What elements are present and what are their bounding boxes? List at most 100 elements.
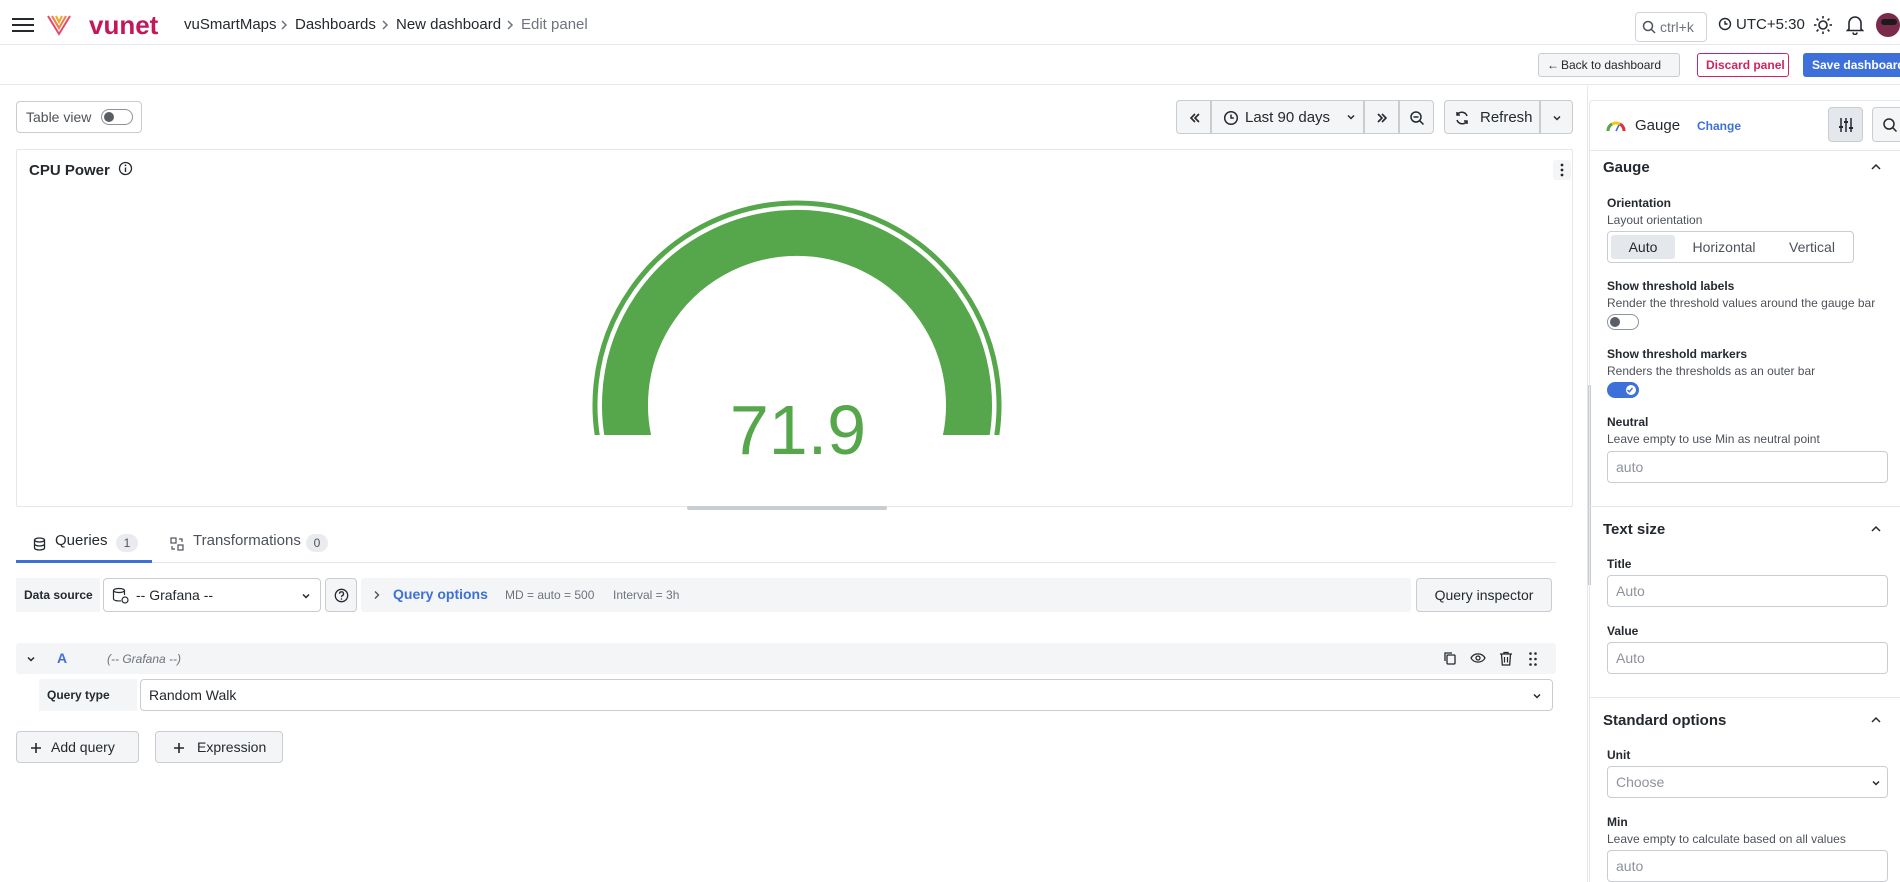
time-shift-back-button[interactable] xyxy=(1176,100,1211,134)
brand-name[interactable]: vunet xyxy=(89,10,158,41)
vunet-logo-icon[interactable] xyxy=(46,12,72,38)
data-source-label: Data source xyxy=(16,578,100,612)
threshold-labels-description: Render the threshold values around the g… xyxy=(1607,296,1876,310)
data-source-select[interactable]: -- Grafana -- xyxy=(103,578,321,612)
breadcrumb-dashboards[interactable]: Dashboards xyxy=(295,16,376,33)
zoom-out-button[interactable] xyxy=(1399,100,1434,134)
eye-icon[interactable] xyxy=(1470,652,1486,664)
table-view-toggle[interactable] xyxy=(101,109,133,125)
transformations-count-badge: 0 xyxy=(306,534,328,552)
discard-panel-button[interactable]: Discard panel xyxy=(1697,53,1789,77)
chevron-right-icon xyxy=(505,19,515,31)
back-to-dashboard-button[interactable]: ← Back to dashboard xyxy=(1538,53,1680,77)
text-size-section-title[interactable]: Text size xyxy=(1603,521,1665,538)
add-expression-button[interactable]: Expression xyxy=(155,731,283,763)
orientation-vertical[interactable]: Vertical xyxy=(1774,235,1850,259)
active-tab-indicator xyxy=(16,560,152,563)
zoom-out-icon xyxy=(1409,110,1425,126)
options-divider xyxy=(1590,506,1900,507)
query-options-interval: Interval = 3h xyxy=(613,588,680,602)
neutral-label: Neutral xyxy=(1607,415,1649,429)
panel-resize-handle[interactable] xyxy=(687,506,887,510)
unit-label: Unit xyxy=(1607,748,1631,762)
chevron-right-icon xyxy=(279,19,289,31)
value-size-input[interactable]: Auto xyxy=(1607,642,1888,674)
expression-label: Expression xyxy=(197,739,267,755)
unit-placeholder: Choose xyxy=(1616,774,1665,790)
tab-queries[interactable]: Queries xyxy=(55,532,108,549)
drag-handle-icon[interactable] xyxy=(1528,651,1538,667)
chevron-up-icon[interactable] xyxy=(1870,715,1882,725)
panel-menu-icon[interactable] xyxy=(1553,160,1571,180)
timezone-label[interactable]: UTC+5:30 xyxy=(1736,16,1805,33)
check-icon xyxy=(1626,386,1634,394)
action-bar: ← Back to dashboard Discard panel Save d… xyxy=(0,45,1900,85)
neutral-description: Leave empty to use Min as neutral point xyxy=(1607,432,1820,446)
gauge-section-title[interactable]: Gauge xyxy=(1603,159,1650,176)
query-type-value: Random Walk xyxy=(149,687,237,703)
breadcrumb-new-dashboard[interactable]: New dashboard xyxy=(396,16,501,33)
clock-icon xyxy=(1223,110,1239,126)
save-dashboard-button[interactable]: Save dashboard xyxy=(1803,53,1900,77)
query-type-select[interactable]: Random Walk xyxy=(140,679,1553,711)
search-input[interactable]: ctrl+k xyxy=(1635,12,1707,42)
threshold-markers-toggle[interactable] xyxy=(1607,382,1639,398)
bell-icon[interactable] xyxy=(1846,15,1864,35)
options-mode-button[interactable] xyxy=(1828,107,1863,142)
min-input[interactable]: auto xyxy=(1607,850,1888,882)
title-size-label: Title xyxy=(1607,557,1632,571)
query-inspector-button[interactable]: Query inspector xyxy=(1416,578,1552,612)
duplicate-icon[interactable] xyxy=(1443,651,1457,666)
chevron-down-icon xyxy=(1871,778,1881,788)
query-options-bar[interactable]: Query options MD = auto = 500 Interval =… xyxy=(361,578,1411,612)
title-size-input[interactable]: Auto xyxy=(1607,575,1888,607)
chevron-down-icon xyxy=(1552,113,1562,123)
query-ref-datasource: (-- Grafana --) xyxy=(107,652,182,666)
add-query-label: Add query xyxy=(51,739,115,755)
refresh-label: Refresh xyxy=(1480,109,1533,126)
sun-icon[interactable] xyxy=(1813,15,1833,35)
data-source-help-button[interactable] xyxy=(325,578,357,612)
question-icon xyxy=(334,588,349,603)
search-shortcut: ctrl+k xyxy=(1660,19,1694,35)
unit-select[interactable]: Choose xyxy=(1607,766,1888,798)
time-shift-forward-button[interactable] xyxy=(1364,100,1399,134)
add-query-button[interactable]: Add query xyxy=(16,731,139,763)
refresh-button[interactable]: Refresh xyxy=(1444,100,1540,134)
time-range-picker[interactable]: Last 90 days xyxy=(1211,100,1364,134)
refresh-icon xyxy=(1454,110,1470,126)
orientation-label: Orientation xyxy=(1607,196,1672,210)
menu-icon[interactable] xyxy=(12,16,34,34)
info-icon[interactable] xyxy=(118,161,133,176)
double-chevron-left-icon xyxy=(1188,111,1202,125)
options-search-button[interactable] xyxy=(1872,107,1900,142)
plus-icon xyxy=(173,742,185,754)
change-viz-link[interactable]: Change xyxy=(1697,119,1741,133)
panel-preview: CPU Power 71.9 xyxy=(16,149,1573,510)
orientation-auto[interactable]: Auto xyxy=(1611,235,1675,259)
min-label: Min xyxy=(1607,815,1628,829)
threshold-labels-toggle[interactable] xyxy=(1607,314,1639,330)
query-ref-id[interactable]: A xyxy=(57,650,67,666)
breadcrumb-vusmartmaps[interactable]: vuSmartMaps xyxy=(184,16,277,33)
query-row-header[interactable]: A (-- Grafana --) xyxy=(16,643,1556,674)
standard-options-section-title[interactable]: Standard options xyxy=(1603,712,1726,729)
chevron-up-icon[interactable] xyxy=(1870,524,1882,534)
orientation-horizontal[interactable]: Horizontal xyxy=(1678,235,1770,259)
chevron-up-icon[interactable] xyxy=(1870,162,1882,172)
tab-transformations[interactable]: Transformations xyxy=(193,532,301,549)
grafana-datasource-icon xyxy=(112,587,130,605)
avatar[interactable] xyxy=(1876,13,1900,37)
options-divider xyxy=(1590,150,1900,151)
table-view-label: Table view xyxy=(26,109,92,125)
refresh-interval-dropdown[interactable] xyxy=(1540,100,1573,134)
time-range-label: Last 90 days xyxy=(1245,109,1331,126)
neutral-input[interactable]: auto xyxy=(1607,451,1888,483)
table-view-toggle-group[interactable]: Table view xyxy=(16,101,142,133)
double-chevron-right-icon xyxy=(1375,111,1389,125)
gauge-viz-icon xyxy=(1606,116,1626,136)
trash-icon[interactable] xyxy=(1499,651,1513,666)
chevron-down-icon[interactable] xyxy=(26,654,36,664)
chevron-down-icon xyxy=(1346,112,1356,122)
query-type-label: Query type xyxy=(39,679,137,711)
